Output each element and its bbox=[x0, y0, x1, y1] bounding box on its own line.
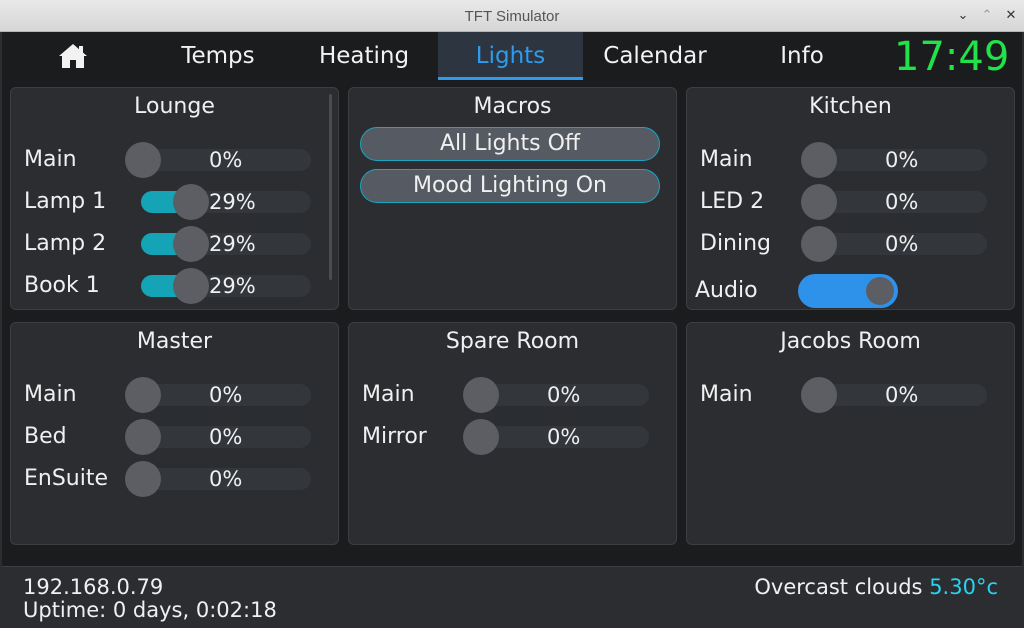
light-row: Main 0% bbox=[349, 377, 676, 413]
light-value: 0% bbox=[885, 190, 919, 214]
tab-info[interactable]: Info bbox=[732, 32, 872, 80]
mood-lighting-on-button[interactable]: Mood Lighting On bbox=[360, 169, 660, 203]
light-label: Main bbox=[700, 382, 753, 407]
light-value: 29% bbox=[209, 190, 256, 214]
panel-title: Master bbox=[136, 329, 213, 354]
ip-address: 192.168.0.79 bbox=[23, 575, 164, 599]
light-label: LED 2 bbox=[700, 189, 765, 214]
slider-knob[interactable] bbox=[463, 419, 499, 455]
audio-row: Audio bbox=[687, 274, 1014, 308]
slider-knob[interactable] bbox=[173, 268, 209, 304]
panel-lounge: Lounge Main 0% Lamp 1 29% Lamp 2 29% Boo… bbox=[10, 87, 339, 310]
light-value: 0% bbox=[547, 383, 581, 407]
slider-knob[interactable] bbox=[801, 142, 837, 178]
slider-knob[interactable] bbox=[125, 461, 161, 497]
panel-master: Master Main 0% Bed 0% EnSuite 0% bbox=[10, 322, 339, 545]
light-label: EnSuite bbox=[24, 466, 109, 491]
light-row: Dining 0% bbox=[687, 226, 1014, 262]
light-value: 0% bbox=[885, 148, 919, 172]
panel-jacobs-room: Jacobs Room Main 0% bbox=[686, 322, 1015, 545]
audio-label: Audio bbox=[695, 278, 758, 303]
light-value: 29% bbox=[209, 274, 256, 298]
window-title: TFT Simulator bbox=[464, 8, 560, 25]
app-surface: Temps Heating Lights Calendar Info 17:49… bbox=[2, 32, 1022, 628]
light-value: 0% bbox=[209, 425, 243, 449]
panel-macros: Macros All Lights Off Mood Lighting On bbox=[348, 87, 677, 310]
light-row: Main 0% bbox=[11, 142, 338, 178]
light-row: Lamp 2 29% bbox=[11, 226, 338, 262]
uptime: Uptime: 0 days, 0:02:18 bbox=[23, 598, 277, 622]
light-label: Bed bbox=[24, 424, 67, 449]
audio-toggle[interactable] bbox=[798, 274, 898, 308]
light-label: Main bbox=[24, 382, 77, 407]
light-label: Main bbox=[24, 147, 77, 172]
home-icon[interactable] bbox=[58, 43, 88, 69]
light-value: 0% bbox=[209, 467, 243, 491]
slider-knob[interactable] bbox=[173, 226, 209, 262]
light-row: Bed 0% bbox=[11, 419, 338, 455]
light-row: Mirror 0% bbox=[349, 419, 676, 455]
slider-knob[interactable] bbox=[463, 377, 499, 413]
panel-title: Spare Room bbox=[445, 329, 580, 354]
clock: 17:49 bbox=[894, 34, 1010, 80]
panel-spare-room: Spare Room Main 0% Mirror 0% bbox=[348, 322, 677, 545]
tab-heating[interactable]: Heating bbox=[294, 32, 434, 80]
window-titlebar: TFT Simulator ⌄ ⌃ ✕ bbox=[0, 0, 1024, 32]
light-label: Main bbox=[362, 382, 415, 407]
all-lights-off-button[interactable]: All Lights Off bbox=[360, 127, 660, 161]
close-icon[interactable]: ✕ bbox=[1001, 6, 1021, 26]
tab-temps[interactable]: Temps bbox=[148, 32, 288, 80]
panel-title: Jacobs Room bbox=[780, 329, 921, 354]
light-value: 0% bbox=[885, 383, 919, 407]
temperature: 5.30°c bbox=[929, 575, 998, 599]
light-row: Main 0% bbox=[687, 377, 1014, 413]
tab-calendar[interactable]: Calendar bbox=[585, 32, 725, 80]
light-label: Dining bbox=[700, 231, 772, 256]
slider-knob[interactable] bbox=[801, 377, 837, 413]
chevron-up-icon[interactable]: ⌃ bbox=[977, 6, 997, 26]
toggle-knob bbox=[866, 277, 894, 305]
light-row: LED 2 0% bbox=[687, 184, 1014, 220]
tab-lights[interactable]: Lights bbox=[438, 32, 583, 80]
slider-knob[interactable] bbox=[125, 419, 161, 455]
light-row: Book 1 29% bbox=[11, 268, 338, 304]
light-value: 0% bbox=[209, 383, 243, 407]
weather-description: Overcast clouds bbox=[754, 575, 923, 599]
panel-title: Lounge bbox=[134, 94, 215, 119]
panel-kitchen: Kitchen Main 0% LED 2 0% Dining 0% Audio bbox=[686, 87, 1015, 310]
light-value: 0% bbox=[885, 232, 919, 256]
slider-knob[interactable] bbox=[125, 142, 161, 178]
weather-readout: Overcast clouds 5.30°c bbox=[754, 575, 998, 599]
light-label: Main bbox=[700, 147, 753, 172]
light-value: 0% bbox=[209, 148, 243, 172]
slider-knob[interactable] bbox=[801, 226, 837, 262]
light-row: Main 0% bbox=[11, 377, 338, 413]
light-label: Lamp 2 bbox=[24, 231, 107, 256]
light-label: Book 1 bbox=[24, 273, 100, 298]
light-value: 29% bbox=[209, 232, 256, 256]
light-row: Main 0% bbox=[687, 142, 1014, 178]
slider-knob[interactable] bbox=[125, 377, 161, 413]
light-label: Mirror bbox=[362, 424, 427, 449]
panel-title: Macros bbox=[473, 94, 552, 119]
slider-knob[interactable] bbox=[801, 184, 837, 220]
light-label: Lamp 1 bbox=[24, 189, 107, 214]
light-row: EnSuite 0% bbox=[11, 461, 338, 497]
status-bar: 192.168.0.79 Uptime: 0 days, 0:02:18 Ove… bbox=[2, 566, 1022, 628]
nav-bar: Temps Heating Lights Calendar Info 17:49 bbox=[2, 32, 1022, 80]
panel-title: Kitchen bbox=[809, 94, 892, 119]
light-value: 0% bbox=[547, 425, 581, 449]
chevron-down-icon[interactable]: ⌄ bbox=[953, 6, 973, 26]
slider-knob[interactable] bbox=[173, 184, 209, 220]
light-row: Lamp 1 29% bbox=[11, 184, 338, 220]
